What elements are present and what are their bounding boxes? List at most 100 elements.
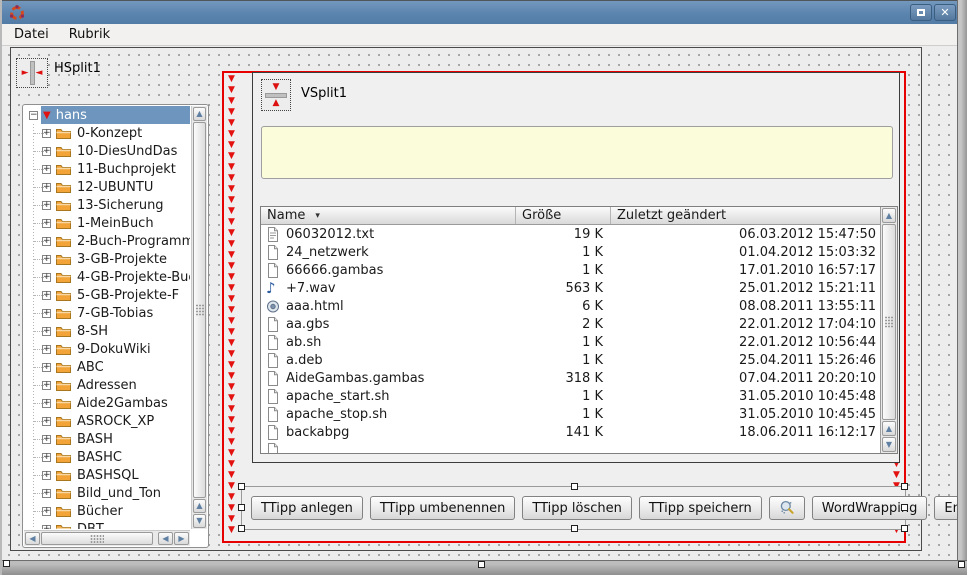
expand-box[interactable]: +: [42, 507, 51, 516]
tree-item[interactable]: +Adressen: [24, 376, 190, 394]
expand-box[interactable]: +: [42, 183, 51, 192]
table-row[interactable]: aaa.html6 K08.08.2011 13:55:11: [261, 297, 880, 315]
expand-box[interactable]: +: [42, 147, 51, 156]
table-row[interactable]: 24_netzwerk1 K01.04.2012 15:03:32: [261, 243, 880, 261]
tree-item[interactable]: +5-GB-Projekte-F: [24, 286, 190, 304]
scroll-up-icon[interactable]: ▲: [882, 421, 896, 436]
tree-item[interactable]: +8-SH: [24, 322, 190, 340]
expand-box[interactable]: +: [42, 471, 51, 480]
tree-item[interactable]: +BASH: [24, 430, 190, 448]
expand-box[interactable]: +: [42, 417, 51, 426]
expand-box[interactable]: +: [42, 345, 51, 354]
expand-box[interactable]: +: [42, 273, 51, 282]
tree-vscroll-thumb[interactable]: [193, 122, 206, 498]
tree-item[interactable]: +Aide2Gambas: [24, 394, 190, 412]
scroll-down-icon[interactable]: ▼: [193, 514, 206, 528]
tree-item[interactable]: +ABC: [24, 358, 190, 376]
expand-box[interactable]: +: [42, 219, 51, 228]
tree-item[interactable]: +3-GB-Projekte: [24, 250, 190, 268]
hsplit-icon[interactable]: ► ◄: [16, 58, 48, 88]
table-row[interactable]: 06032012.txt19 K06.03.2012 15:47:50: [261, 225, 880, 243]
expand-box[interactable]: +: [42, 255, 51, 264]
form-resize-handle[interactable]: [3, 560, 10, 567]
ttipp-anlegen-button[interactable]: TTipp anlegen: [251, 496, 363, 520]
expand-box[interactable]: +: [42, 327, 51, 336]
expand-box[interactable]: +: [42, 291, 51, 300]
tree-item[interactable]: +BASHSQL: [24, 466, 190, 484]
tree-item[interactable]: +BASHC: [24, 448, 190, 466]
tree-root-selection[interactable]: ▼ hans: [41, 106, 190, 124]
tree-item[interactable]: +ASROCK_XP: [24, 412, 190, 430]
expand-box[interactable]: +: [42, 489, 51, 498]
tree-item[interactable]: +9-DokuWiki: [24, 340, 190, 358]
window-right-resize-bar[interactable]: [957, 0, 967, 575]
magnifier-button[interactable]: [769, 496, 805, 520]
scroll-up-icon[interactable]: ▲: [193, 107, 206, 121]
tree-item[interactable]: +4-GB-Projekte-Buch: [24, 268, 190, 286]
scroll-right-icon[interactable]: ▶: [174, 532, 189, 545]
tree-item[interactable]: +Bild_und_Ton: [24, 484, 190, 502]
ttipp-umbenennen-button[interactable]: TTipp umbenennen: [370, 496, 516, 520]
scroll-left-icon[interactable]: ◀: [25, 532, 40, 545]
tree-hscroll-trough[interactable]: [154, 532, 157, 545]
selection-handle[interactable]: [238, 483, 245, 490]
scroll-down-icon[interactable]: ▼: [882, 437, 896, 452]
tree-item[interactable]: +1-MeinBuch: [24, 214, 190, 232]
selection-handle[interactable]: [571, 525, 578, 532]
tip-textarea[interactable]: [261, 126, 893, 179]
table-row[interactable]: ab.sh1 K22.01.2012 10:56:44: [261, 333, 880, 351]
table-row[interactable]: a.deb1 K25.04.2011 15:26:46: [261, 351, 880, 369]
column-header-size[interactable]: Größe: [516, 207, 611, 224]
button-panel[interactable]: TTipp anlegen TTipp umbenennenTTipp lösch…: [241, 486, 906, 530]
tree-item[interactable]: +2-Buch-Programme: [24, 232, 190, 250]
expand-box[interactable]: +: [42, 381, 51, 390]
scroll-left-icon[interactable]: ◀: [158, 532, 173, 545]
file-grid[interactable]: Name ▾ Größe Zuletzt geändert 06032012.t…: [260, 206, 898, 454]
table-row[interactable]: ♪+7.wav563 K25.01.2012 15:21:11: [261, 279, 880, 297]
titlebar[interactable]: ✕: [2, 0, 967, 24]
menu-rubrik[interactable]: Rubrik: [59, 25, 120, 44]
expand-box[interactable]: +: [42, 237, 51, 246]
table-row[interactable]: AideGambas.gambas318 K07.04.2011 20:20:1…: [261, 369, 880, 387]
tree-item[interactable]: +11-Buchprojekt: [24, 160, 190, 178]
scroll-up-icon[interactable]: ▲: [882, 208, 896, 223]
scroll-up-icon[interactable]: ▲: [193, 499, 206, 513]
expand-box[interactable]: +: [42, 165, 51, 174]
tree-item[interactable]: +7-GB-Tobias: [24, 304, 190, 322]
selection-handle[interactable]: [901, 525, 908, 532]
table-row[interactable]: apache_start.sh1 K31.05.2010 10:45:48: [261, 387, 880, 405]
selection-handle[interactable]: [571, 483, 578, 490]
table-row[interactable]: 66666.gambas1 K17.01.2010 16:57:17: [261, 261, 880, 279]
menu-datei[interactable]: Datei: [4, 25, 59, 44]
collapse-box[interactable]: −: [29, 111, 38, 120]
tree-horizontal-scrollbar[interactable]: ◀ ◀ ▶: [24, 530, 190, 546]
tree-vertical-scrollbar[interactable]: ▲ ▲ ▼: [191, 106, 207, 529]
table-row[interactable]: aa.gbs2 K22.01.2012 17:04:10: [261, 315, 880, 333]
form-designer-surface[interactable]: ► ◄ HSplit1 − ▼ hans +0-Konzept+10-DiesU…: [2, 46, 959, 560]
expand-box[interactable]: +: [42, 129, 51, 138]
ttipp-speichern-button[interactable]: TTipp speichern: [639, 496, 762, 520]
tree-item[interactable]: +Bücher: [24, 502, 190, 520]
table-row[interactable]: [261, 441, 880, 453]
ttipp-l-schen-button[interactable]: TTipp löschen: [522, 496, 631, 520]
maximize-button[interactable]: [910, 4, 932, 21]
selection-handle[interactable]: [901, 483, 908, 490]
tree-item[interactable]: +0-Konzept: [24, 124, 190, 142]
grid-vertical-scrollbar[interactable]: ▲ ▲ ▼: [880, 207, 897, 453]
directory-tree[interactable]: − ▼ hans +0-Konzept+10-DiesUndDas+11-Buc…: [22, 104, 209, 548]
tree-item[interactable]: +13-Sicherung: [24, 196, 190, 214]
selection-handle[interactable]: [238, 504, 245, 511]
table-row[interactable]: backabpg141 K18.06.2011 16:12:17: [261, 423, 880, 441]
wordwrapping-button[interactable]: WordWrapping: [812, 496, 928, 520]
expand-box[interactable]: +: [42, 201, 51, 210]
column-header-name[interactable]: Name ▾: [261, 207, 516, 224]
tree-hscroll-thumb[interactable]: [41, 532, 153, 545]
close-button[interactable]: ✕: [934, 4, 956, 21]
table-row[interactable]: apache_stop.sh1 K31.05.2010 10:45:45: [261, 405, 880, 423]
tree-root-row[interactable]: − ▼ hans: [24, 106, 190, 124]
expand-box[interactable]: +: [42, 525, 51, 530]
form-resize-handle[interactable]: [478, 561, 485, 568]
vsplit-icon[interactable]: ▼ ▲: [261, 79, 291, 111]
expand-box[interactable]: +: [42, 309, 51, 318]
grid-vscroll-thumb[interactable]: [882, 224, 896, 420]
